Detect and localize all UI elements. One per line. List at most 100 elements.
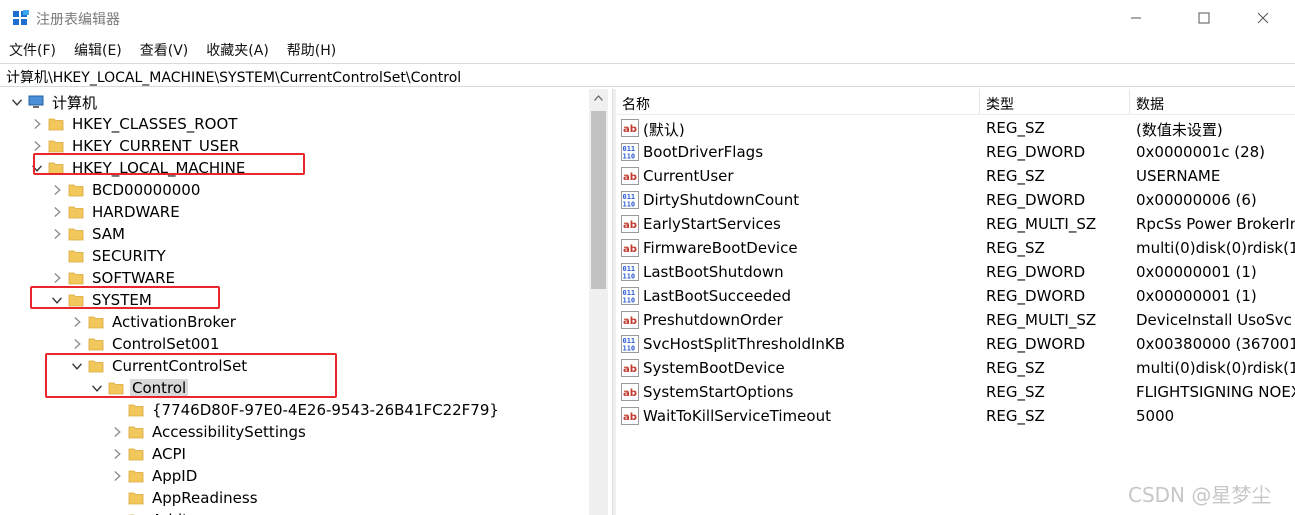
tree-node[interactable]: BCD00000000 [50, 179, 202, 201]
svg-text:110: 110 [623, 273, 636, 281]
tree-node-label: ACPI [152, 445, 186, 463]
folder-icon [68, 205, 84, 219]
annotation-box-hklm [33, 153, 305, 175]
value-type: REG_DWORD [986, 191, 1086, 209]
chevron-right-icon[interactable] [110, 443, 124, 465]
value-name: FirmwareBootDevice [643, 239, 798, 257]
svg-text:110: 110 [623, 153, 636, 161]
minimize-button[interactable] [1113, 0, 1159, 36]
tree-node[interactable]: 计算机 [10, 91, 99, 113]
folder-icon [128, 425, 144, 439]
value-data: 0x00000001 (1) [1136, 263, 1257, 281]
menu-edit[interactable]: 编辑(E) [65, 38, 131, 62]
value-row[interactable]: ab FirmwareBootDevice REG_SZ multi(0)disk(0… [616, 236, 1295, 260]
menu-favorites[interactable]: 收藏夹(A) [197, 38, 278, 62]
value-type: REG_DWORD [986, 287, 1086, 305]
tree-node[interactable]: SECURITY [50, 245, 168, 267]
tree-node[interactable]: HARDWARE [50, 201, 182, 223]
value-name: WaitToKillServiceTimeout [643, 407, 831, 425]
column-header-data[interactable]: 数据 [1130, 89, 1295, 115]
value-row[interactable]: ab WaitToKillServiceTimeout REG_SZ 5000 [616, 404, 1295, 428]
value-row[interactable]: ab (默认) REG_SZ (数值未设置) [616, 116, 1295, 140]
column-header-type[interactable]: 类型 [980, 89, 1130, 115]
value-row[interactable]: ab SystemBootDevice REG_SZ multi(0)disk(0)r… [616, 356, 1295, 380]
chevron-right-icon[interactable] [30, 113, 44, 135]
chevron-right-icon[interactable] [70, 333, 84, 355]
value-list-pane[interactable]: 名称 类型 数据 ab (默认) REG_SZ (数值未设置) 011 110 BootDr… [616, 89, 1295, 515]
column-header-name[interactable]: 名称 [616, 89, 980, 115]
value-row[interactable]: 011 110 SvcHostSplitThresholdInKB REG_DWORD… [616, 332, 1295, 356]
scroll-thumb[interactable] [591, 111, 606, 289]
scroll-up-button[interactable] [589, 89, 608, 107]
tree-node[interactable]: AccessibilitySettings [110, 421, 308, 443]
string-value-icon: ab [621, 119, 639, 137]
svg-text:110: 110 [623, 345, 636, 353]
tree-node-label: AccessibilitySettings [152, 423, 306, 441]
chevron-down-icon[interactable] [10, 91, 24, 113]
svg-text:110: 110 [623, 201, 636, 209]
tree-node[interactable]: SAM [50, 223, 127, 245]
folder-icon [128, 447, 144, 461]
tree-node[interactable]: AppID [110, 465, 199, 487]
tree-node-label: Arbiters [150, 511, 213, 515]
computer-icon [28, 95, 44, 109]
folder-icon [68, 183, 84, 197]
binary-value-icon: 011 110 [621, 143, 639, 161]
tree-node-label: HKEY_CLASSES_ROOT [72, 115, 238, 133]
menu-bar: 文件(F) 编辑(E) 查看(V) 收藏夹(A) 帮助(H) [0, 38, 345, 62]
tree-node[interactable]: Arbiters [110, 509, 213, 515]
chevron-right-icon[interactable] [50, 223, 64, 245]
string-value-icon: ab [621, 407, 639, 425]
tree-node[interactable]: HKEY_CLASSES_ROOT [30, 113, 239, 135]
maximize-button[interactable] [1181, 0, 1227, 36]
value-row[interactable]: ab EarlyStartServices REG_MULTI_SZ RpcSs Po… [616, 212, 1295, 236]
svg-text:ab: ab [623, 172, 637, 183]
chevron-right-icon[interactable] [50, 201, 64, 223]
chevron-right-icon[interactable] [110, 421, 124, 443]
tree-node-label: ActivationBroker [112, 313, 236, 331]
binary-value-icon: 011 110 [621, 263, 639, 281]
string-value-icon: ab [621, 311, 639, 329]
address-bar[interactable]: 计算机\HKEY_LOCAL_MACHINE\SYSTEM\CurrentCon… [0, 63, 1295, 87]
address-path[interactable]: 计算机\HKEY_LOCAL_MACHINE\SYSTEM\CurrentCon… [6, 67, 461, 87]
tree-node[interactable]: ActivationBroker [70, 311, 238, 333]
value-row[interactable]: ab SystemStartOptions REG_SZ FLIGHTSIGNING… [616, 380, 1295, 404]
value-name: SystemStartOptions [643, 383, 794, 401]
value-row[interactable]: 011 110 DirtyShutdownCount REG_DWORD 0x00000… [616, 188, 1295, 212]
tree-node[interactable]: AppReadiness [110, 487, 260, 509]
value-name: (默认) [643, 121, 685, 139]
tree-node[interactable]: ACPI [110, 443, 188, 465]
menu-file[interactable]: 文件(F) [0, 38, 65, 62]
tree-node-label: SOFTWARE [92, 269, 176, 287]
tree-node-label: 计算机 [52, 93, 98, 112]
menu-view[interactable]: 查看(V) [131, 38, 198, 62]
value-type: REG_SZ [986, 119, 1045, 137]
chevron-right-icon[interactable] [70, 311, 84, 333]
svg-text:ab: ab [623, 412, 637, 423]
tree-node[interactable]: {7746D80F-97E0-4E26-9543-26B41FC22F79} [110, 399, 501, 421]
annotation-box-system [30, 286, 220, 309]
binary-value-icon: 011 110 [621, 335, 639, 353]
value-data: DeviceInstall UsoSvc gpsvc [1136, 311, 1295, 329]
chevron-right-icon[interactable] [110, 509, 124, 515]
value-row[interactable]: ab CurrentUser REG_SZ USERNAME [616, 164, 1295, 188]
window-title: 注册表编辑器 [36, 12, 120, 28]
value-name: BootDriverFlags [643, 143, 764, 161]
value-type: REG_SZ [986, 407, 1045, 425]
menu-help[interactable]: 帮助(H) [278, 38, 345, 62]
svg-text:ab: ab [623, 244, 637, 255]
value-row[interactable]: ab PreshutdownOrder REG_MULTI_SZ DeviceInst… [616, 308, 1295, 332]
value-row[interactable]: 011 110 LastBootSucceeded REG_DWORD 0x000000… [616, 284, 1295, 308]
string-value-icon: ab [621, 239, 639, 257]
tree-node[interactable]: ControlSet001 [70, 333, 221, 355]
close-button[interactable] [1240, 0, 1286, 36]
value-row[interactable]: 011 110 LastBootShutdown REG_DWORD 0x0000000… [616, 260, 1295, 284]
chevron-right-icon[interactable] [110, 465, 124, 487]
chevron-right-icon[interactable] [50, 179, 64, 201]
tree-scrollbar[interactable] [589, 89, 608, 515]
svg-text:110: 110 [623, 297, 636, 305]
regedit-app-icon [13, 10, 29, 25]
folder-icon [88, 315, 104, 329]
value-row[interactable]: 011 110 BootDriverFlags REG_DWORD 0x0000001c… [616, 140, 1295, 164]
